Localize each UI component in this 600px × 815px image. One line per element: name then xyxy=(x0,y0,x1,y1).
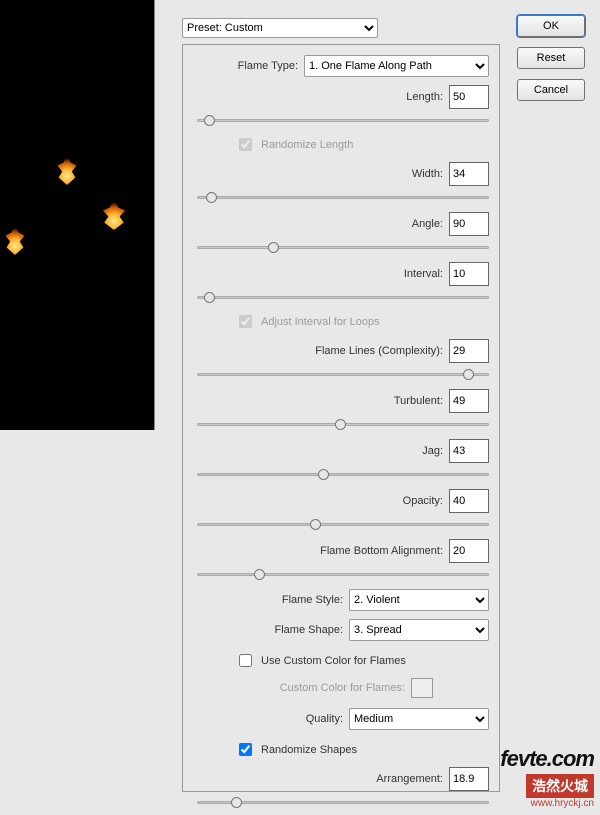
complexity-slider[interactable] xyxy=(197,372,489,376)
interval-slider[interactable] xyxy=(197,295,489,299)
flame-shape-dropdown[interactable]: 3. Spread xyxy=(349,619,489,641)
turbulent-slider[interactable] xyxy=(197,422,489,426)
bottom-alignment-slider[interactable] xyxy=(197,572,489,576)
jag-label: Jag: xyxy=(422,445,449,457)
randomize-shapes-checkbox[interactable] xyxy=(239,743,252,756)
complexity-label: Flame Lines (Complexity): xyxy=(315,345,449,357)
watermark-line2: 浩然火城 xyxy=(526,774,594,798)
watermark: fevte.com 浩然火城 www.hryckj.cn xyxy=(500,746,594,809)
quality-dropdown[interactable]: Medium xyxy=(349,708,489,730)
angle-input[interactable] xyxy=(449,212,489,236)
randomize-length-checkbox xyxy=(239,138,252,151)
preset-dropdown[interactable]: Preset: Custom xyxy=(182,18,378,38)
flame-style-label: Flame Style: xyxy=(193,594,349,606)
preset-row: Preset: Custom xyxy=(182,18,378,38)
arrangement-slider[interactable] xyxy=(197,800,489,804)
jag-input[interactable] xyxy=(449,439,489,463)
reset-button[interactable]: Reset xyxy=(517,47,585,69)
flame-glyph xyxy=(3,225,27,255)
arrangement-input[interactable] xyxy=(449,767,489,791)
flame-style-dropdown[interactable]: 2. Violent xyxy=(349,589,489,611)
length-label: Length: xyxy=(406,91,449,103)
settings-panel: Flame Type: 1. One Flame Along Path Leng… xyxy=(182,44,500,792)
watermark-line1: fevte.com xyxy=(500,746,594,772)
arrangement-label: Arrangement: xyxy=(376,773,449,785)
angle-slider[interactable] xyxy=(197,245,489,249)
width-slider[interactable] xyxy=(197,195,489,199)
use-custom-color-checkbox[interactable] xyxy=(239,654,252,667)
flame-glyph xyxy=(100,200,128,230)
bottom-alignment-label: Flame Bottom Alignment: xyxy=(320,545,449,557)
use-custom-color-label: Use Custom Color for Flames xyxy=(261,655,406,667)
width-input[interactable] xyxy=(449,162,489,186)
custom-color-swatch[interactable] xyxy=(411,678,433,698)
flame-type-dropdown[interactable]: 1. One Flame Along Path xyxy=(304,55,489,77)
opacity-slider[interactable] xyxy=(197,522,489,526)
width-label: Width: xyxy=(412,168,449,180)
flame-type-label: Flame Type: xyxy=(193,60,304,72)
flame-glyph xyxy=(55,155,79,185)
adjust-interval-checkbox xyxy=(239,315,252,328)
turbulent-label: Turbulent: xyxy=(394,395,449,407)
flame-shape-label: Flame Shape: xyxy=(193,624,349,636)
custom-color-label: Custom Color for Flames: xyxy=(280,682,411,694)
randomize-length-label: Randomize Length xyxy=(261,139,353,151)
interval-input[interactable] xyxy=(449,262,489,286)
use-custom-color-check[interactable]: Use Custom Color for Flames xyxy=(235,651,489,670)
bottom-alignment-input[interactable] xyxy=(449,539,489,563)
ok-button[interactable]: OK xyxy=(517,15,585,37)
adjust-interval-check: Adjust Interval for Loops xyxy=(235,312,489,331)
preview-panel xyxy=(0,0,155,430)
cancel-button[interactable]: Cancel xyxy=(517,79,585,101)
flame-preview xyxy=(0,0,154,430)
dialog-buttons: OK Reset Cancel xyxy=(517,15,585,101)
jag-slider[interactable] xyxy=(197,472,489,476)
randomize-shapes-label: Randomize Shapes xyxy=(261,744,357,756)
randomize-shapes-check[interactable]: Randomize Shapes xyxy=(235,740,489,759)
adjust-interval-label: Adjust Interval for Loops xyxy=(261,316,380,328)
randomize-length-check: Randomize Length xyxy=(235,135,489,154)
opacity-label: Opacity: xyxy=(403,495,449,507)
quality-label: Quality: xyxy=(193,713,349,725)
length-slider[interactable] xyxy=(197,118,489,122)
interval-label: Interval: xyxy=(404,268,449,280)
turbulent-input[interactable] xyxy=(449,389,489,413)
length-input[interactable] xyxy=(449,85,489,109)
complexity-input[interactable] xyxy=(449,339,489,363)
angle-label: Angle: xyxy=(412,218,449,230)
watermark-line3: www.hryckj.cn xyxy=(500,798,594,809)
opacity-input[interactable] xyxy=(449,489,489,513)
